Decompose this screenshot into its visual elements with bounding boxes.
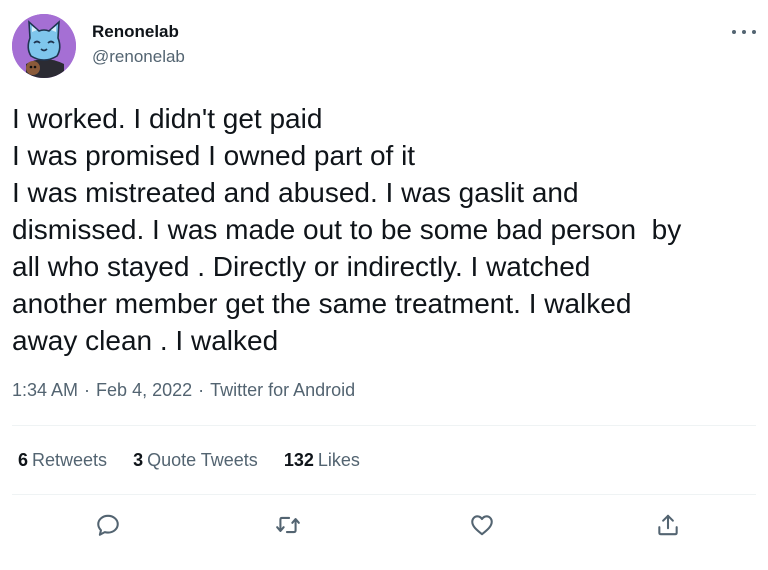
share-button[interactable] xyxy=(648,505,688,545)
share-icon xyxy=(658,514,678,536)
retweet-button[interactable] xyxy=(268,505,308,545)
tweet-stats: 6 Retweets 3 Quote Tweets 132 Likes xyxy=(18,448,360,472)
tweet-time[interactable]: 1:34 AM xyxy=(12,380,78,400)
likes-stat[interactable]: 132 Likes xyxy=(284,448,360,472)
dot xyxy=(742,30,746,34)
quote-tweets-stat[interactable]: 3 Quote Tweets xyxy=(133,448,258,472)
quote-tweets-count: 3 xyxy=(133,450,144,470)
retweets-stat[interactable]: 6 Retweets xyxy=(18,448,107,472)
like-button[interactable] xyxy=(462,505,502,545)
dot xyxy=(752,30,756,34)
reply-icon xyxy=(97,514,119,536)
tweet-meta: 1:34 AM · Feb 4, 2022 · Twitter for Android xyxy=(12,378,355,402)
tweet: Renonelab @renonelab I worked. I didn't … xyxy=(0,0,768,570)
retweet-icon xyxy=(276,516,300,534)
cat-avatar-icon xyxy=(12,14,76,78)
avatar[interactable] xyxy=(12,14,76,78)
user-names: Renonelab @renonelab xyxy=(92,22,185,68)
divider xyxy=(12,494,756,495)
display-name[interactable]: Renonelab xyxy=(92,22,185,42)
reply-button[interactable] xyxy=(88,505,128,545)
tweet-actions xyxy=(12,505,756,545)
tweet-header: Renonelab @renonelab xyxy=(12,14,756,78)
likes-label: Likes xyxy=(317,450,360,470)
retweets-count: 6 xyxy=(18,450,29,470)
user-handle[interactable]: @renonelab xyxy=(92,46,185,68)
meta-separator: · xyxy=(84,380,91,400)
like-icon xyxy=(471,515,493,536)
meta-separator: · xyxy=(198,380,205,400)
tweet-text: I worked. I didn't get paid I was promis… xyxy=(12,103,682,356)
more-options-icon[interactable] xyxy=(732,22,756,42)
divider xyxy=(12,425,756,426)
retweets-label: Retweets xyxy=(32,450,108,470)
likes-count: 132 xyxy=(283,450,314,470)
tweet-date[interactable]: Feb 4, 2022 xyxy=(96,380,192,400)
quote-tweets-label: Quote Tweets xyxy=(147,450,258,470)
tweet-source[interactable]: Twitter for Android xyxy=(210,380,355,400)
dot xyxy=(732,30,736,34)
